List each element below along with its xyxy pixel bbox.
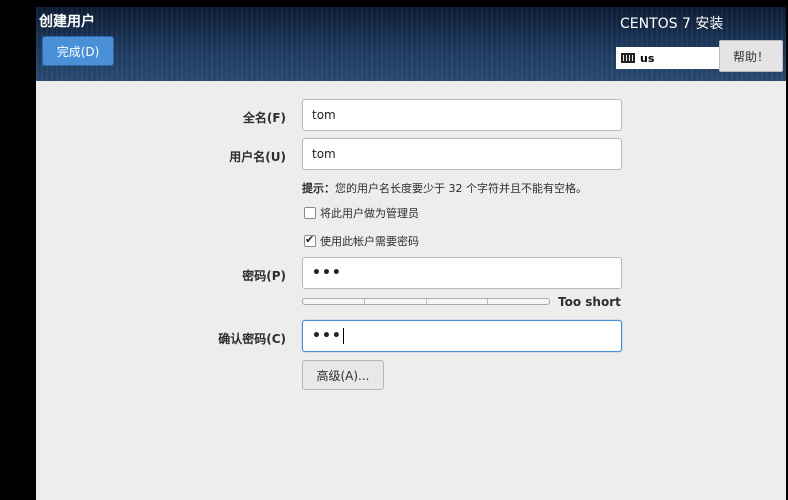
installer-window: 创建用户 完成(D) CENTOS 7 安装 us 帮助！ 全名(F) tom … — [36, 7, 786, 500]
hint-text: 您的用户名长度要少于 32 个字符并且不能有空格。 — [335, 182, 587, 195]
hint-prefix: 提示： — [302, 182, 335, 195]
admin-checkbox-box[interactable] — [304, 207, 316, 219]
strength-segment — [427, 299, 489, 304]
keyboard-icon — [621, 53, 635, 63]
header-bar: 创建用户 完成(D) CENTOS 7 安装 us 帮助！ — [36, 7, 786, 81]
admin-checkbox-label: 将此用户做为管理员 — [320, 207, 419, 220]
require-password-checkbox-box[interactable] — [304, 233, 316, 247]
advanced-button[interactable]: 高级(A)... — [302, 360, 384, 390]
keyboard-layout-label: us — [640, 51, 655, 65]
confirm-password-label: 确认密码(C) — [218, 332, 286, 346]
admin-checkbox[interactable]: 将此用户做为管理员 — [304, 205, 419, 221]
password-value: ••• — [312, 265, 342, 281]
done-button[interactable]: 完成(D) — [42, 36, 114, 66]
fullname-field[interactable]: tom — [302, 99, 622, 131]
username-field[interactable]: tom — [302, 138, 622, 170]
password-strength-bar — [302, 298, 550, 305]
page-title: 创建用户 — [39, 14, 95, 30]
password-label: 密码(P) — [242, 269, 286, 283]
username-label: 用户名(U) — [229, 150, 286, 164]
confirm-password-value: ••• — [312, 328, 342, 344]
text-caret — [342, 328, 344, 344]
require-password-checkbox[interactable]: 使用此帐户需要密码 — [304, 233, 419, 249]
strength-segment — [365, 299, 427, 304]
password-field[interactable]: ••• — [302, 257, 622, 289]
password-strength-text: Too short — [558, 295, 621, 309]
require-password-checkbox-label: 使用此帐户需要密码 — [320, 235, 419, 248]
keyboard-layout-indicator[interactable]: us — [616, 47, 720, 69]
fullname-value: tom — [312, 108, 336, 122]
strength-segment — [488, 299, 549, 304]
username-value: tom — [312, 147, 336, 161]
help-button[interactable]: 帮助！ — [719, 40, 783, 72]
username-hint: 提示：您的用户名长度要少于 32 个字符并且不能有空格。 — [302, 180, 587, 196]
strength-segment — [303, 299, 365, 304]
fullname-label: 全名(F) — [242, 111, 286, 125]
product-title: CENTOS 7 安装 — [620, 16, 724, 32]
confirm-password-field[interactable]: ••• — [302, 320, 622, 352]
